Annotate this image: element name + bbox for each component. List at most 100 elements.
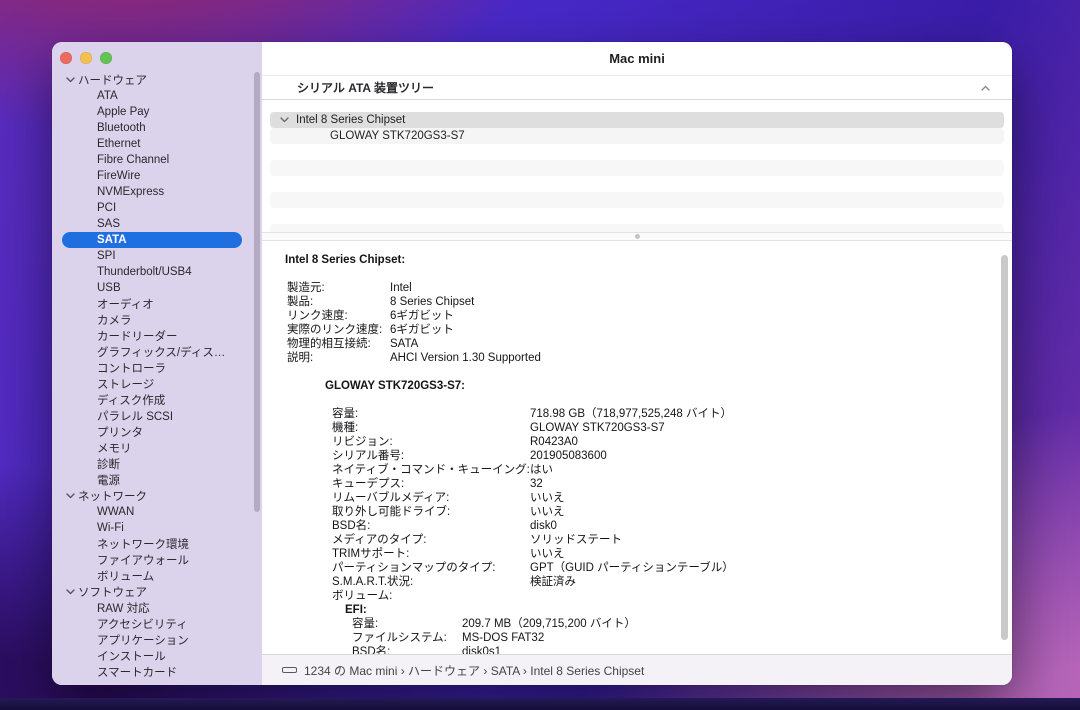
minimize-button[interactable] (80, 52, 92, 64)
sidebar-item[interactable]: USB (62, 280, 242, 296)
sidebar-item-label: Wi-Fi (97, 522, 124, 534)
sidebar-item[interactable]: パラレル SCSI (62, 408, 242, 424)
section-header-label: シリアル ATA 装置ツリー (297, 79, 976, 96)
sidebar-item-label: オーディオ (97, 296, 154, 312)
sidebar-item[interactable]: WWAN (62, 504, 242, 520)
chevron-down-icon[interactable] (62, 77, 78, 83)
sidebar-item-label: ストレージ (97, 376, 154, 392)
sidebar-item-label: ファイアウォール (97, 552, 189, 568)
sidebar-item[interactable]: Fibre Channel (62, 152, 242, 168)
sidebar: ハードウェア ATA Apple Pay (52, 42, 262, 685)
detail-key: キューデプス: (332, 477, 530, 491)
sidebar-scrollbar[interactable] (254, 72, 260, 512)
sidebar-item-label: USB (97, 282, 121, 294)
breadcrumb: 1234 の Mac mini › ハードウェア › SATA › Intel … (304, 662, 644, 679)
sidebar-item[interactable]: FireWire (62, 168, 242, 184)
sidebar-item[interactable]: プリンタ (62, 424, 242, 440)
pane-splitter[interactable] (262, 232, 1012, 241)
sidebar-item[interactable]: ディスク作成 (62, 392, 242, 408)
detail-key: BSD名: (352, 645, 462, 654)
sidebar-item[interactable]: Apple Pay (62, 104, 242, 120)
detail-value: 32 (530, 477, 543, 491)
close-button[interactable] (60, 52, 72, 64)
detail-key: メディアのタイプ: (332, 533, 530, 547)
detail-value: 検証済み (530, 575, 576, 589)
detail-value: 718.98 GB（718,977,525,248 バイト） (530, 407, 732, 421)
sidebar-item[interactable]: スマートカード (62, 664, 242, 680)
zoom-button[interactable] (100, 52, 112, 64)
detail-line: 取り外し可能ドライブ: いいえ (262, 505, 1012, 519)
chevron-down-icon[interactable] (62, 493, 78, 499)
sidebar-item[interactable]: インストール (62, 648, 242, 664)
detail-key: 製造元: (287, 281, 390, 295)
sidebar-item-label: スマートカード (97, 664, 177, 680)
sidebar-item[interactable]: SAS (62, 216, 242, 232)
sidebar-item[interactable]: Bluetooth (62, 120, 242, 136)
main-pane: Mac mini シリアル ATA 装置ツリー Intel 8 Series C… (262, 42, 1012, 685)
sidebar-item[interactable]: Thunderbolt/USB4 (62, 264, 242, 280)
detail-line: 製品: 8 Series Chipset (262, 295, 1012, 309)
sidebar-item[interactable]: NVMExpress (62, 184, 242, 200)
detail-key: EFI: (345, 603, 367, 617)
sidebar-item[interactable]: SATA (62, 232, 242, 248)
sidebar-item-label: ディスク作成 (97, 392, 165, 408)
sidebar-item[interactable]: ハードウェア (62, 72, 242, 88)
sidebar-item[interactable]: コントローラ (62, 360, 242, 376)
detail-key: 物理的相互接続: (287, 337, 390, 351)
detail-line: Intel 8 Series Chipset: (262, 253, 1012, 267)
sidebar-item[interactable]: Ethernet (62, 136, 242, 152)
detail-key: GLOWAY STK720GS3-S7: (325, 379, 465, 393)
sidebar-item[interactable]: ストレージ (62, 376, 242, 392)
detail-line: リビジョン: R0423A0 (262, 435, 1012, 449)
chevron-down-icon[interactable] (62, 589, 78, 595)
chevron-up-icon[interactable] (976, 79, 994, 97)
detail-key: ファイルシステム: (352, 631, 462, 645)
sidebar-item[interactable]: ATA (62, 88, 242, 104)
titlebar: Mac mini (262, 42, 1012, 75)
sidebar-item-label: NVMExpress (97, 186, 164, 198)
sidebar-item[interactable]: メモリ (62, 440, 242, 456)
detail-line: リムーバブルメディア: いいえ (262, 491, 1012, 505)
detail-key: 取り外し可能ドライブ: (332, 505, 530, 519)
sidebar-item-label: プリンタ (97, 424, 143, 440)
sidebar-item[interactable]: PCI (62, 200, 242, 216)
device-tree-row[interactable]: Intel 8 Series Chipset (270, 112, 1004, 128)
sidebar-item[interactable]: RAW 対応 (62, 600, 242, 616)
tree-empty-row (270, 144, 1004, 160)
sidebar-item[interactable]: 診断 (62, 456, 242, 472)
sidebar-item[interactable]: SPI (62, 248, 242, 264)
sidebar-item-label: インストール (97, 648, 166, 664)
sidebar-item[interactable]: ソフトウェア (62, 584, 242, 600)
sidebar-item[interactable]: ファイアウォール (62, 552, 242, 568)
detail-value: 8 Series Chipset (390, 295, 474, 309)
detail-line: 物理的相互接続: SATA (262, 337, 1012, 351)
detail-line: ボリューム: (262, 589, 1012, 603)
tree-empty-row (270, 192, 1004, 208)
detail-line: 容量: 718.98 GB（718,977,525,248 バイト） (262, 407, 1012, 421)
device-tree-row-label: GLOWAY STK720GS3-S7 (330, 130, 465, 142)
chevron-down-icon[interactable] (278, 117, 290, 123)
sidebar-item[interactable]: ボリューム (62, 568, 242, 584)
sidebar-category-list: ハードウェア ATA Apple Pay (52, 66, 262, 680)
detail-value: disk0 (530, 519, 557, 533)
sidebar-item[interactable]: カメラ (62, 312, 242, 328)
sidebar-item[interactable]: ネットワーク環境 (62, 536, 242, 552)
sidebar-item-label: ATA (97, 90, 118, 102)
sidebar-item-label: FireWire (97, 170, 140, 182)
device-tree-row[interactable]: GLOWAY STK720GS3-S7 (270, 128, 1004, 144)
detail-line: リンク速度: 6ギガビット (262, 309, 1012, 323)
sidebar-item[interactable]: グラフィックス/ディス… (62, 344, 242, 360)
sidebar-item-label: ボリューム (97, 568, 154, 584)
detail-key: シリアル番号: (332, 449, 530, 463)
sidebar-item-label: Fibre Channel (97, 154, 169, 166)
sidebar-item[interactable]: カードリーダー (62, 328, 242, 344)
sidebar-item[interactable]: アクセシビリティ (62, 616, 242, 632)
sidebar-item[interactable]: ネットワーク (62, 488, 242, 504)
sidebar-item[interactable]: 電源 (62, 472, 242, 488)
section-header[interactable]: シリアル ATA 装置ツリー (262, 75, 1012, 100)
detail-value: 6ギガビット (390, 309, 454, 323)
sidebar-item[interactable]: オーディオ (62, 296, 242, 312)
details-scrollbar[interactable] (1001, 255, 1008, 640)
sidebar-item[interactable]: Wi-Fi (62, 520, 242, 536)
sidebar-item[interactable]: アプリケーション (62, 632, 242, 648)
